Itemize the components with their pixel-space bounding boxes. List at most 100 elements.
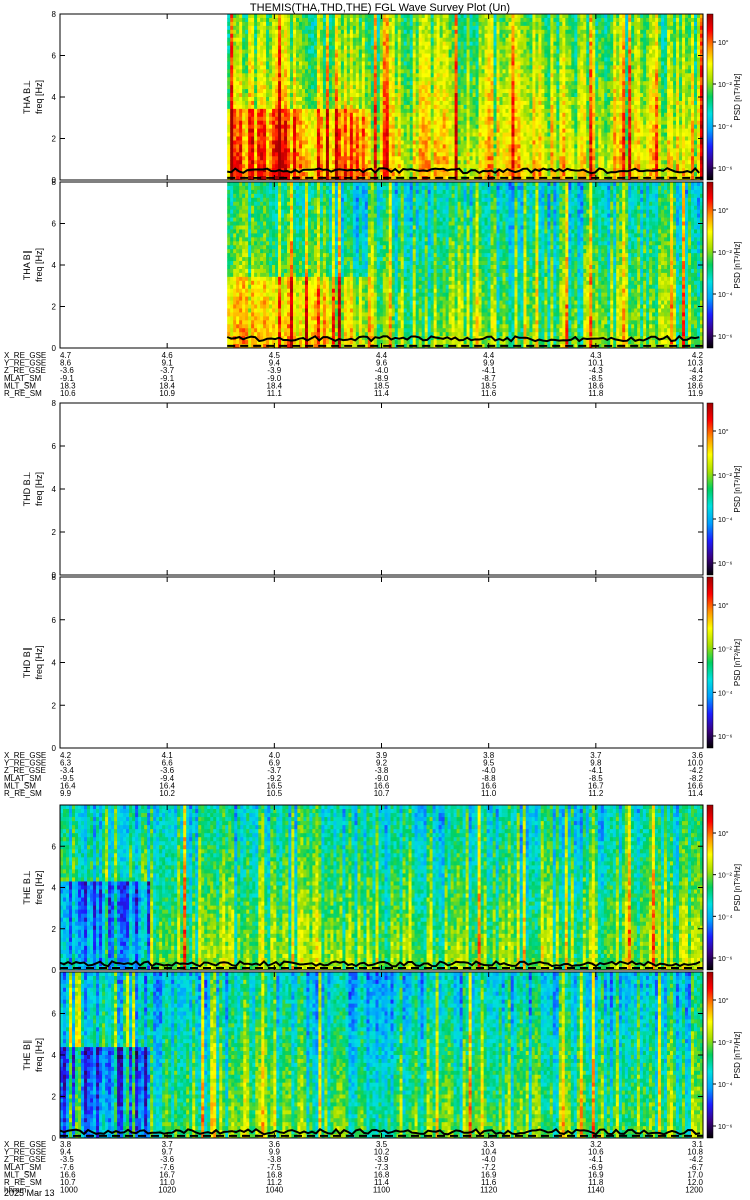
y-tick-label: 4	[52, 485, 57, 494]
colorbar-label: PSD [nT²/Hz]	[733, 1031, 742, 1078]
panel-the-bpar: 0246THE B∥ freq [Hz]10°10⁻²10⁻⁴10⁻⁶PSD [n…	[22, 972, 742, 1143]
y-tick-label: 8	[52, 178, 57, 187]
y-axis-label: THD B∥	[22, 647, 32, 679]
ephemeris-value: 9.9	[60, 789, 72, 798]
ephemeris-value: 1200	[685, 1186, 703, 1195]
y-tick-label: 2	[52, 925, 57, 934]
colorbar-tick-label: 10⁻⁴	[718, 124, 733, 131]
y-tick-label: 0	[52, 1134, 57, 1143]
ephemeris-value: 11.4	[688, 789, 704, 798]
colorbar-tick-label: 10°	[718, 39, 729, 47]
colorbar-tick-label: 10⁻⁶	[718, 166, 732, 173]
colorbar-tick-label: 10°	[718, 997, 729, 1005]
colorbar	[707, 14, 713, 180]
ephemeris-block: X_RE_GSE 4.7 4.6 4.5 4.4 4.4 4.3 4.2Y_RE_GSE 8.6…	[4, 351, 704, 398]
colorbar-tick-label: 10⁻⁴	[718, 690, 733, 697]
y-axis-label: THE B⊥	[22, 870, 32, 905]
colorbar-tick-label: 10⁻²	[718, 1040, 732, 1047]
colorbar-tick-label: 10⁻⁶	[718, 734, 732, 741]
y-tick-label: 0	[52, 744, 57, 753]
y-tick-label: 4	[52, 261, 57, 270]
spectrogram-cells	[227, 14, 703, 180]
ephemeris-value: 11.0	[481, 789, 497, 798]
y-tick-label: 4	[52, 93, 57, 102]
colorbar-tick-label: 10⁻⁶	[718, 334, 732, 341]
ephemeris-value: 1100	[373, 1186, 391, 1195]
y-tick-label: 2	[52, 1093, 57, 1102]
colorbar	[707, 972, 713, 1138]
ephemeris-value: 10.7	[374, 789, 390, 798]
spectrogram-cells	[60, 972, 703, 1138]
ephemeris-value: 10.6	[60, 389, 76, 398]
colorbar-label: PSD [nT²/Hz]	[733, 639, 742, 686]
ephemeris-value: 1120	[480, 1186, 498, 1195]
y-tick-label: 6	[52, 616, 57, 625]
date-label: 2025 Mar 13	[4, 1188, 55, 1198]
y-tick-label: 8	[52, 10, 57, 19]
colorbar-tick-label: 10⁻⁴	[718, 914, 733, 921]
y-tick-label: 6	[52, 52, 57, 61]
y-axis-unit: freq [Hz]	[34, 472, 44, 506]
ephemeris-value: 10.2	[159, 789, 175, 798]
colorbar-tick-label: 10⁻²	[718, 250, 732, 257]
y-axis-unit: freq [Hz]	[34, 870, 44, 904]
colorbar-label: PSD [nT²/Hz]	[733, 864, 742, 911]
y-tick-label: 6	[52, 442, 57, 451]
panel-frame	[60, 577, 703, 748]
colorbar	[707, 403, 713, 575]
ephemeris-value: 10.9	[159, 389, 175, 398]
colorbar	[707, 577, 713, 748]
ephemeris-block: X_RE_GSE 3.8 3.7 3.6 3.5 3.3 3.2 3.1Y_RE_GSE 9.4…	[4, 1140, 704, 1195]
ephemeris-value: 10.5	[267, 789, 283, 798]
y-tick-label: 4	[52, 884, 57, 893]
colorbar-tick-label: 10⁻⁴	[718, 292, 733, 299]
y-axis-unit: freq [Hz]	[34, 80, 44, 114]
colorbar-tick-label: 10⁻²	[718, 473, 732, 480]
colorbar-tick-label: 10°	[718, 602, 729, 610]
ephemeris-value: 11.1	[267, 389, 283, 398]
y-tick-label: 0	[52, 344, 57, 353]
y-axis-label: THA B⊥	[22, 80, 32, 114]
ephemeris-value: 1140	[587, 1186, 605, 1195]
ephemeris-value: 11.2	[588, 789, 604, 798]
wave-survey-figure: THEMIS(THA,THD,THE) FGL Wave Survey Plot…	[0, 0, 750, 1200]
spectrogram-cells	[60, 805, 703, 970]
y-axis-label: THE B∥	[22, 1039, 32, 1070]
y-tick-label: 0	[52, 966, 57, 975]
ephemeris-value: 11.8	[588, 389, 604, 398]
y-axis-unit: freq [Hz]	[34, 1038, 44, 1072]
ephemeris-value: 11.4	[374, 389, 390, 398]
colorbar-label: PSD [nT²/Hz]	[733, 73, 742, 120]
panel-tha-bpar: 02468THA B∥ freq [Hz]10°10⁻²10⁻⁴10⁻⁶PSD […	[22, 178, 742, 353]
spectrogram-panels: 02468THA B⊥ freq [Hz]10°10⁻²10⁻⁴10⁻⁶PSD […	[22, 10, 742, 1143]
panel-the-bperp: 0246THE B⊥ freq [Hz]10°10⁻²10⁻⁴10⁻⁶PSD [n…	[22, 805, 742, 975]
panel-frame	[60, 403, 703, 575]
colorbar	[707, 182, 713, 348]
y-tick-label: 2	[52, 303, 57, 312]
y-tick-label: 2	[52, 701, 57, 710]
figure-title: THEMIS(THA,THD,THE) FGL Wave Survey Plot…	[250, 2, 510, 14]
colorbar-tick-label: 10⁻⁴	[718, 1082, 733, 1089]
ephemeris-value: 11.9	[688, 389, 704, 398]
y-axis-unit: freq [Hz]	[34, 645, 44, 679]
ephemeris-row-label: R_RE_SM	[4, 789, 42, 798]
ephemeris-value: 1040	[265, 1186, 283, 1195]
colorbar-tick-label: 10⁻⁶	[718, 561, 732, 568]
ephemeris-value: 11.6	[481, 389, 497, 398]
colorbar-tick-label: 10°	[718, 207, 729, 215]
colorbar-label: PSD [nT²/Hz]	[733, 465, 742, 512]
colorbar-tick-label: 10⁻²	[718, 647, 732, 654]
y-tick-label: 6	[52, 220, 57, 229]
y-tick-label: 2	[52, 528, 57, 537]
y-axis-label: THD B⊥	[22, 471, 32, 506]
y-tick-label: 6	[52, 842, 57, 851]
panel-thd-bperp: 02468THD B⊥ freq [Hz]10°10⁻²10⁻⁴10⁻⁶PSD […	[22, 399, 742, 580]
panel-tha-bperp: 02468THA B⊥ freq [Hz]10°10⁻²10⁻⁴10⁻⁶PSD […	[22, 10, 742, 185]
colorbar-tick-label: 10⁻⁴	[718, 517, 733, 524]
colorbar-tick-label: 10⁻⁶	[718, 1124, 732, 1131]
ephemeris-value: 1000	[60, 1186, 78, 1195]
ephemeris-block: X_RE_GSE 4.2 4.1 4.0 3.9 3.8 3.7 3.6Y_RE_GSE 6.3…	[4, 751, 704, 798]
y-tick-label: 8	[52, 573, 57, 582]
panel-thd-bpar: 0 2 4 6 8 THD B∥ freq [Hz] 10° 10⁻² 10⁻⁴ 10⁻⁶ PSD […	[22, 573, 742, 753]
y-tick-label: 4	[52, 659, 57, 668]
